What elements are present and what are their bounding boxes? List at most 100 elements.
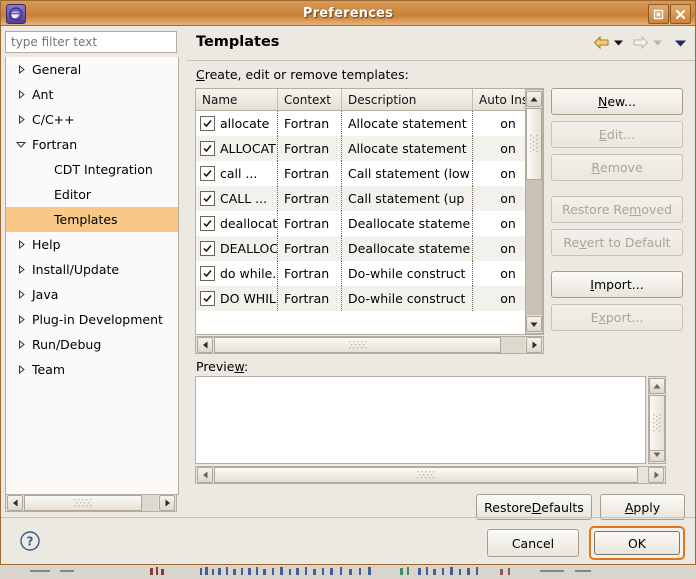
row-checkbox[interactable] bbox=[200, 191, 215, 206]
cell-name[interactable]: do while. bbox=[196, 261, 278, 286]
mnemonic-letter: R bbox=[591, 160, 601, 175]
ok-button[interactable]: OK bbox=[594, 531, 680, 555]
scroll-right-icon[interactable] bbox=[159, 495, 175, 511]
tree-item-team[interactable]: Team bbox=[6, 357, 178, 382]
row-checkbox[interactable] bbox=[200, 216, 215, 231]
chevron-right-icon[interactable] bbox=[10, 115, 32, 124]
preference-tree[interactable]: General Ant C/C++ Fortran CDT Integratio… bbox=[5, 57, 179, 495]
tree-item-run-debug[interactable]: Run/Debug bbox=[6, 332, 178, 357]
remove-button[interactable]: Remove bbox=[551, 154, 683, 181]
tree-item-editor[interactable]: Editor bbox=[6, 182, 178, 207]
scroll-thumb[interactable] bbox=[649, 395, 665, 451]
cell-name[interactable]: allocate bbox=[196, 111, 278, 136]
row-checkbox[interactable] bbox=[200, 266, 215, 281]
cell-name[interactable]: call ... bbox=[196, 161, 278, 186]
chevron-right-icon[interactable] bbox=[10, 340, 32, 349]
scroll-track[interactable] bbox=[214, 467, 647, 483]
tree-item-java[interactable]: Java bbox=[6, 282, 178, 307]
close-button[interactable] bbox=[670, 4, 691, 24]
scroll-track[interactable] bbox=[214, 337, 525, 353]
import-button[interactable]: Import... bbox=[551, 271, 683, 298]
edit-button[interactable]: Edit... bbox=[551, 121, 683, 148]
row-checkbox[interactable] bbox=[200, 241, 215, 256]
chevron-right-icon[interactable] bbox=[10, 65, 32, 74]
cell-name[interactable]: CALL ... bbox=[196, 186, 278, 211]
table-row[interactable]: call ... Fortran Call statement (low on bbox=[196, 161, 543, 186]
cell-description: Allocate statement bbox=[342, 111, 473, 136]
tree-item-install-update[interactable]: Install/Update bbox=[6, 257, 178, 282]
scroll-track[interactable] bbox=[24, 495, 158, 511]
header-separator bbox=[187, 60, 695, 61]
table-row[interactable]: do while. Fortran Do-while construct on bbox=[196, 261, 543, 286]
tree-item-cdt-integration[interactable]: CDT Integration bbox=[6, 157, 178, 182]
tree-item-general[interactable]: General bbox=[6, 57, 178, 82]
chevron-right-icon[interactable] bbox=[10, 90, 32, 99]
scroll-thumb[interactable] bbox=[214, 337, 501, 353]
row-checkbox[interactable] bbox=[200, 291, 215, 306]
scroll-down-icon[interactable] bbox=[526, 316, 542, 332]
column-header-description[interactable]: Description bbox=[342, 89, 473, 110]
chevron-right-icon[interactable] bbox=[10, 290, 32, 299]
table-row[interactable]: ALLOCAT Fortran Allocate statement on bbox=[196, 136, 543, 161]
restore-removed-button[interactable]: Restore Re m oved bbox=[551, 196, 683, 223]
row-checkbox[interactable] bbox=[200, 141, 215, 156]
tree-item-label: Team bbox=[32, 362, 66, 377]
row-checkbox[interactable] bbox=[200, 166, 215, 181]
cell-name[interactable]: deallocat bbox=[196, 211, 278, 236]
table-row[interactable]: DEALLOC Fortran Deallocate stateme on bbox=[196, 236, 543, 261]
filter-input[interactable] bbox=[5, 31, 177, 53]
scroll-left-icon[interactable] bbox=[197, 337, 213, 353]
back-dropdown-icon[interactable] bbox=[613, 39, 624, 47]
table-vertical-scrollbar[interactable] bbox=[525, 89, 543, 334]
table-row[interactable]: deallocat Fortran Deallocate stateme on bbox=[196, 211, 543, 236]
new-button[interactable]: New... bbox=[551, 88, 683, 115]
column-header-context[interactable]: Context bbox=[278, 89, 342, 110]
preview-horizontal-scrollbar[interactable] bbox=[195, 466, 666, 484]
title-bar[interactable]: Preferences bbox=[1, 1, 695, 26]
preview-vertical-scrollbar[interactable] bbox=[648, 376, 666, 464]
chevron-down-icon[interactable] bbox=[10, 140, 32, 149]
row-checkbox[interactable] bbox=[200, 116, 215, 131]
tree-item-templates[interactable]: Templates bbox=[6, 207, 178, 232]
tree-item-c-cpp[interactable]: C/C++ bbox=[6, 107, 178, 132]
scroll-track[interactable] bbox=[649, 395, 665, 451]
table-horizontal-scrollbar[interactable] bbox=[195, 336, 544, 354]
cancel-button[interactable]: Cancel bbox=[487, 529, 579, 557]
templates-table[interactable]: Name Context Description Auto Inse alloc… bbox=[195, 88, 544, 335]
scroll-up-icon[interactable] bbox=[526, 91, 542, 107]
chevron-right-icon[interactable] bbox=[10, 265, 32, 274]
column-header-name[interactable]: Name bbox=[196, 89, 278, 110]
tree-item-ant[interactable]: Ant bbox=[6, 82, 178, 107]
chevron-right-icon[interactable] bbox=[10, 240, 32, 249]
cell-name[interactable]: ALLOCAT bbox=[196, 136, 278, 161]
maximize-button[interactable] bbox=[648, 4, 669, 24]
page-navigation-toolbar[interactable] bbox=[593, 36, 687, 50]
table-row[interactable]: allocate Fortran Allocate statement on bbox=[196, 111, 543, 136]
scroll-right-icon[interactable] bbox=[648, 467, 664, 483]
scroll-thumb[interactable] bbox=[214, 467, 638, 483]
chevron-right-icon[interactable] bbox=[10, 315, 32, 324]
table-row[interactable]: DO WHIL Fortran Do-while construct on bbox=[196, 286, 543, 311]
tree-item-fortran[interactable]: Fortran bbox=[6, 132, 178, 157]
scroll-right-icon[interactable] bbox=[526, 337, 542, 353]
help-question-icon[interactable]: ? bbox=[19, 530, 41, 552]
table-row[interactable]: CALL ... Fortran Call statement (up on bbox=[196, 186, 543, 211]
scroll-track[interactable] bbox=[526, 108, 542, 315]
tree-item-help[interactable]: Help bbox=[6, 232, 178, 257]
view-menu-dropdown-icon[interactable] bbox=[674, 39, 687, 48]
export-button[interactable]: Ex port... bbox=[551, 304, 683, 331]
cell-name[interactable]: DO WHIL bbox=[196, 286, 278, 311]
tree-horizontal-scrollbar[interactable] bbox=[5, 494, 177, 512]
tree-item-plugin-development[interactable]: Plug-in Development bbox=[6, 307, 178, 332]
scroll-thumb[interactable] bbox=[24, 495, 142, 511]
scroll-up-icon[interactable] bbox=[649, 378, 665, 394]
revert-to-default-button[interactable]: Re v ert to Default bbox=[551, 229, 683, 256]
scroll-thumb[interactable] bbox=[526, 108, 542, 180]
chevron-right-icon[interactable] bbox=[10, 365, 32, 374]
preview-area[interactable] bbox=[195, 376, 646, 464]
scroll-left-icon[interactable] bbox=[197, 467, 213, 483]
scroll-left-icon[interactable] bbox=[7, 495, 23, 511]
cell-name[interactable]: DEALLOC bbox=[196, 236, 278, 261]
button-label-rest: efaults bbox=[541, 499, 584, 515]
back-arrow-icon[interactable] bbox=[593, 36, 610, 50]
